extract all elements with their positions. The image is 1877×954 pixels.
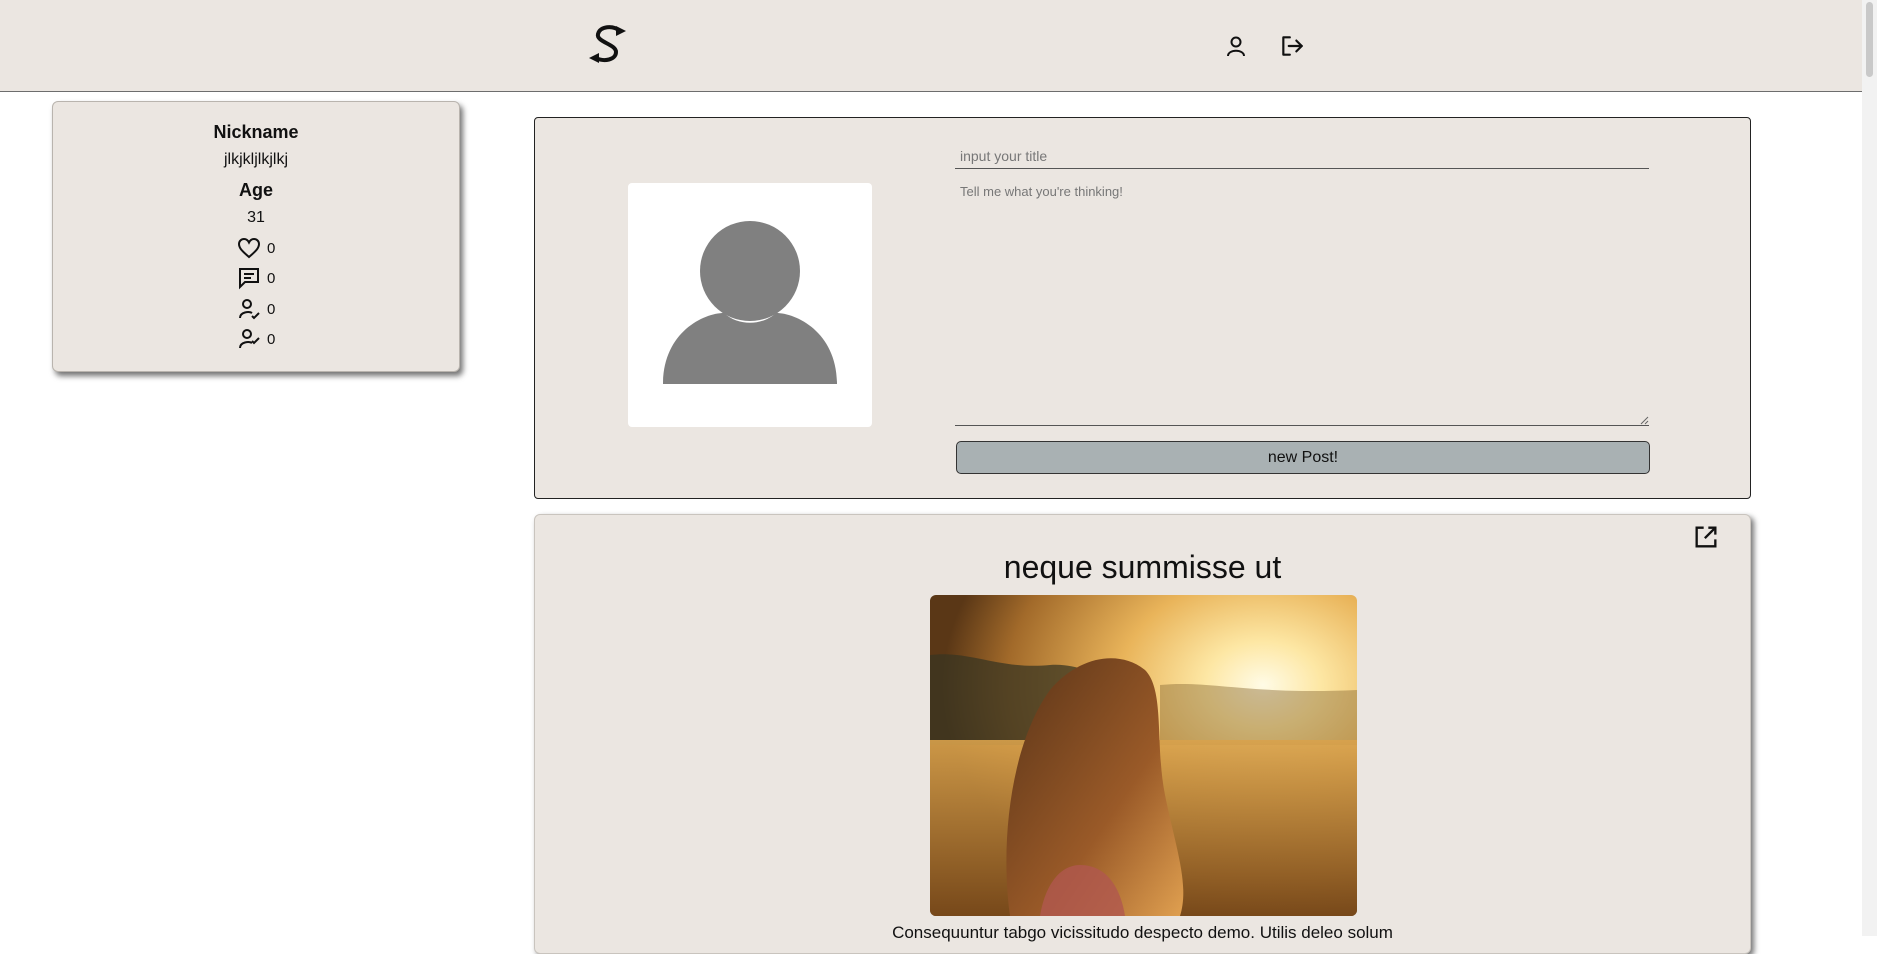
title-input[interactable] [955, 143, 1649, 169]
post-body-input[interactable] [955, 181, 1649, 426]
likes-stat: 0 [237, 236, 275, 260]
heart-icon [237, 237, 261, 259]
resize-grip-icon[interactable] [1640, 416, 1649, 425]
followers-stat: 0 [237, 297, 275, 321]
comments-stat: 0 [237, 266, 275, 290]
post-title: neque summisse ut [1003, 549, 1282, 585]
nickname-label: Nickname [213, 122, 299, 142]
user-check-icon [239, 329, 260, 349]
new-post-button[interactable]: new Post! [956, 441, 1650, 474]
nickname-value: jlkjkljlkjlkj [224, 151, 288, 168]
comment-icon [239, 268, 259, 290]
page-scrollbar[interactable] [1862, 0, 1877, 936]
scrollbar-thumb[interactable] [1866, 2, 1873, 77]
top-header [0, 0, 1862, 92]
external-link-icon[interactable] [1692, 523, 1720, 551]
post-image[interactable] [930, 595, 1357, 916]
logo-icon[interactable] [586, 22, 630, 68]
post-card: neque summisse ut Consequuntur tabgo vic… [534, 514, 1751, 954]
comments-count: 0 [267, 269, 276, 287]
user-icon[interactable] [1220, 30, 1252, 62]
likes-count: 0 [267, 239, 276, 257]
age-value: 31 [247, 209, 265, 226]
followers-count: 0 [267, 300, 276, 318]
post-body-text: Consequuntur tabgo vicissitudo despecto … [892, 923, 1393, 942]
user-check-icon [239, 299, 260, 320]
compose-post-panel: new Post! [534, 117, 1751, 499]
profile-card: Nickname jlkjkljlkjlkj Age 31 0 0 0 0 [52, 101, 460, 372]
avatar [628, 183, 872, 427]
logout-icon[interactable] [1276, 30, 1308, 62]
following-stat: 0 [237, 327, 275, 351]
following-count: 0 [267, 330, 276, 348]
age-label: Age [238, 180, 273, 200]
